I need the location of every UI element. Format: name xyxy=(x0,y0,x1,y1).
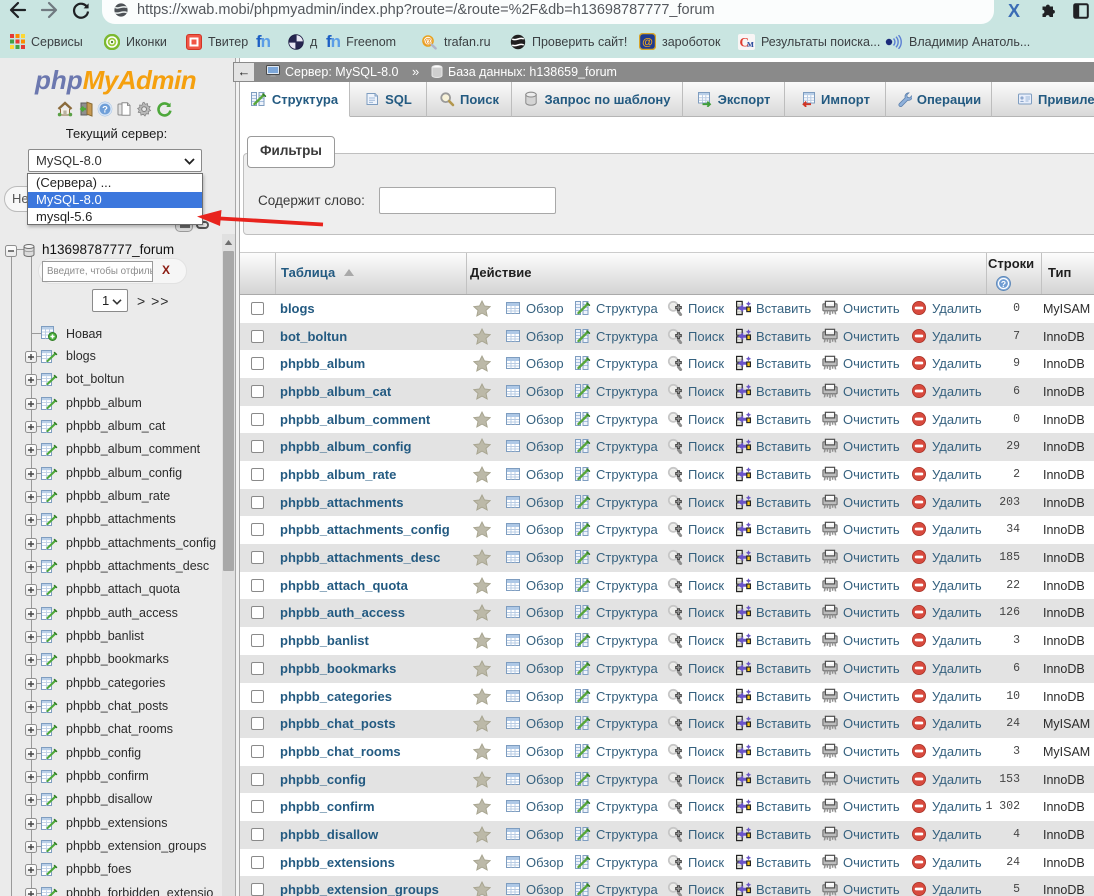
svg-text:м: м xyxy=(747,39,754,50)
svg-text:?: ? xyxy=(1001,279,1006,289)
svg-text:@: @ xyxy=(642,36,653,48)
